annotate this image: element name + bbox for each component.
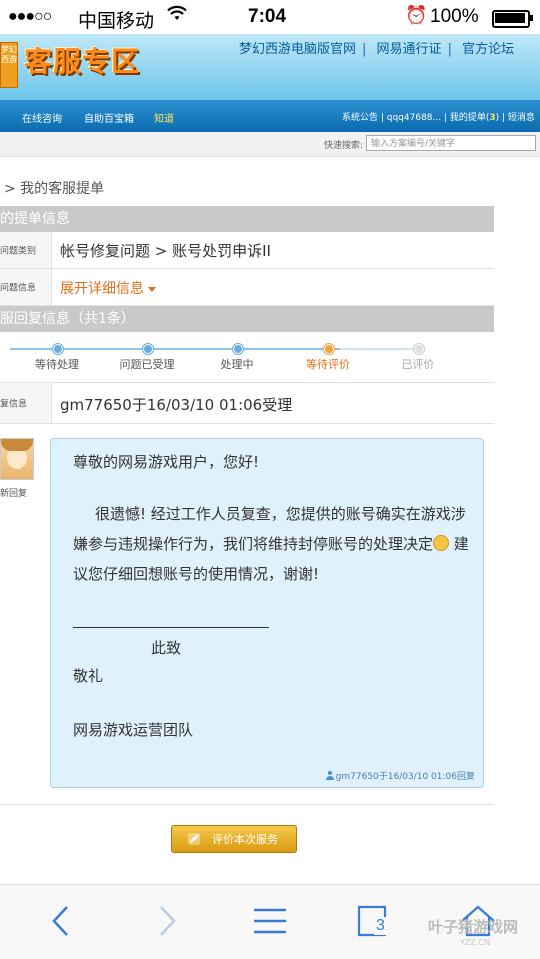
reply-area: 新回复 尊敬的网易游戏用户，您好! 很遗憾! 经过工作人员复查，您提供的账号确实… [0, 424, 494, 805]
forum-link[interactable]: 官方论坛 [462, 42, 514, 57]
tabs-icon[interactable]: 3 [352, 899, 396, 943]
battery-percent: 100% [430, 6, 479, 27]
new-reply-tag: 新回复 [0, 489, 28, 499]
back-arrow-icon[interactable] [40, 899, 84, 943]
progress-label-processing: 处理中 [220, 358, 254, 371]
nav-user-links[interactable]: 系统公告 | qqq47688... | 我的提单(3) | 短消息 [342, 110, 535, 123]
reply-status-row: 复信息 gm77650于16/03/10 01:06受理 [0, 383, 494, 424]
watermark-url: YZZ.CN [460, 938, 490, 947]
progress-dot-waiting [53, 344, 63, 354]
header-links: 梦幻西游电脑版官网 | 网易通行证 | 官方论坛 [239, 42, 515, 57]
category-value: 帐号修复问题 > 账号处罚申诉II [60, 242, 271, 260]
reply-status-value: gm77650于16/03/10 01:06受理 [60, 396, 293, 414]
nav-item-self-service[interactable]: 自助百宝箱 [84, 110, 134, 125]
progress-label-waiting: 等待处理 [35, 358, 79, 371]
carrier-name: 中国移动 [78, 11, 155, 32]
reply-body: 很遗憾! 经过工作人员复查，您提供的账号确实在游戏涉嫌参与违规操作行为，我们将维… [73, 505, 469, 583]
progress-dot-accepted [143, 344, 153, 354]
category-label: 问题类别 [0, 232, 52, 268]
reply-signature: 网易游戏运营团队 [73, 721, 194, 739]
reply-footer: gm77650于16/03/10 01:06回复 [325, 769, 475, 782]
passport-link[interactable]: 网易通行证 [377, 42, 442, 57]
progress-dot-processing [233, 344, 243, 354]
expand-details-link[interactable]: 展开详细信息 [60, 278, 156, 298]
official-site-link[interactable]: 梦幻西游电脑版官网 [239, 42, 356, 57]
clock: 7:04 [248, 6, 287, 27]
rate-service-button[interactable]: 评价本次服务 [171, 825, 297, 853]
watermark: 叶子猪游戏网 [428, 918, 519, 936]
progress-label-accepted: 问题已受理 [119, 358, 175, 371]
reply-greeting: 尊敬的网易游戏用户，您好! [73, 453, 260, 471]
search-input[interactable]: 输入方案编号/关键字 [366, 135, 536, 151]
search-row: 快速搜索: 输入方案编号/关键字 [0, 132, 540, 157]
reply-closing: 此致 [151, 639, 182, 657]
signal-strength: ●●●○○ [8, 8, 52, 25]
battery-icon [492, 10, 533, 28]
ticket-progress: 等待处理 问题已受理 处理中 等待评价 已评价 [0, 332, 494, 383]
detail-row: 问题信息 展开详细信息 [0, 269, 494, 306]
site-logo[interactable]: 客服专区 [24, 40, 140, 80]
search-label: 快速搜索: [324, 141, 364, 151]
ticket-info-header: 的提单信息 [0, 206, 494, 232]
tab-count: 3 [374, 917, 387, 935]
signature-divider [73, 627, 269, 628]
caret-down-icon [148, 286, 156, 292]
reply-regards: 敬礼 [73, 667, 104, 685]
nav-bar: 在线咨询 自助百宝箱 知道 系统公告 | qqq47688... | 我的提单(… [0, 100, 540, 132]
nav-item-know[interactable]: 知道 [154, 110, 174, 125]
person-icon [325, 771, 334, 780]
progress-label-awaiting-review: 等待评价 [306, 358, 350, 371]
progress-dot-reviewed [414, 344, 424, 354]
smiley-emoji-icon [433, 535, 450, 551]
progress-dot-awaiting-review [324, 344, 334, 354]
status-bar: ●●●○○ 中国移动 7:04 ⏰ 100% [0, 0, 540, 34]
breadcrumb[interactable]: > 我的客服提单 [4, 178, 104, 198]
reply-bubble: 尊敬的网易游戏用户，您好! 很遗憾! 经过工作人员复查，您提供的账号确实在游戏涉… [50, 438, 484, 788]
category-row: 问题类别 帐号修复问题 > 账号处罚申诉II [0, 232, 494, 269]
pencil-icon [188, 833, 200, 845]
forward-arrow-icon[interactable] [144, 899, 188, 943]
nav-item-online-consult[interactable]: 在线咨询 [22, 110, 62, 125]
detail-label: 问题信息 [0, 269, 52, 305]
reply-info-header: 服回复信息（共1条） [0, 306, 494, 332]
alarm-clock-icon: ⏰ [405, 5, 428, 25]
wifi-icon [166, 4, 188, 27]
logo-tag: 梦幻西游 [0, 42, 18, 88]
header-banner: 梦幻西游 客服专区 梦幻西游电脑版官网 | 网易通行证 | 官方论坛 [0, 34, 540, 100]
reply-status-label: 复信息 [0, 383, 52, 423]
avatar [0, 438, 34, 480]
progress-label-reviewed: 已评价 [401, 358, 435, 371]
menu-icon[interactable] [248, 899, 292, 943]
